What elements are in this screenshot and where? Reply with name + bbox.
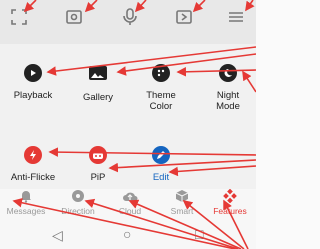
- moon-icon: [219, 64, 237, 82]
- tile-theme-color[interactable]: Theme Color: [128, 64, 194, 112]
- lightning-icon: [24, 146, 42, 164]
- nav-features[interactable]: Features: [204, 188, 256, 216]
- pip-robot-icon: [89, 146, 107, 164]
- tile-label: PiP: [90, 172, 106, 183]
- features-panel: Playback Gallery Theme Color Night Mode …: [0, 44, 256, 189]
- menu-lines-icon[interactable]: [225, 6, 247, 28]
- tile-gallery[interactable]: Gallery: [65, 64, 131, 103]
- cloud-upload-icon: [104, 189, 156, 203]
- tile-label: Edit: [152, 172, 170, 183]
- tile-anti-flicker[interactable]: Anti-Flicke: [0, 146, 66, 183]
- tile-playback[interactable]: Playback: [0, 64, 66, 101]
- bell-icon: [0, 189, 52, 203]
- play-circle-icon: [24, 64, 42, 82]
- nav-label: Smart: [170, 206, 194, 216]
- nav-label: Direction: [61, 206, 95, 216]
- cube-icon: [156, 189, 208, 203]
- top-toolbar: [0, 0, 256, 44]
- video-call-icon[interactable]: [174, 6, 196, 28]
- tile-label: Night Mode: [216, 90, 240, 112]
- tile-edit[interactable]: Edit: [128, 146, 194, 183]
- tile-night-mode[interactable]: Night Mode: [195, 64, 261, 112]
- screenshot-icon[interactable]: [63, 6, 85, 28]
- nav-label: Features: [213, 206, 247, 216]
- nav-messages[interactable]: Messages: [0, 189, 52, 216]
- tile-label: Theme Color: [146, 90, 176, 112]
- nav-smart[interactable]: Smart: [156, 189, 208, 216]
- nav-direction[interactable]: Direction: [52, 189, 104, 216]
- system-navigation: ◁ ○ □: [0, 223, 256, 249]
- tile-label: Anti-Flicke: [10, 172, 56, 183]
- recent-apps-icon[interactable]: □: [195, 226, 203, 242]
- home-icon[interactable]: ○: [123, 226, 131, 242]
- pencil-icon: [152, 146, 170, 164]
- bottom-navigation: Messages Direction Cloud Smart Features: [0, 188, 256, 223]
- palette-icon: [152, 64, 170, 82]
- tile-label: Playback: [13, 90, 53, 101]
- nav-label: Messages: [6, 206, 46, 216]
- joystick-icon: [52, 189, 104, 203]
- microphone-icon[interactable]: [119, 6, 141, 28]
- nav-cloud[interactable]: Cloud: [104, 189, 156, 216]
- nav-label: Cloud: [118, 206, 142, 216]
- tile-label: Gallery: [82, 92, 114, 103]
- back-icon[interactable]: ◁: [52, 227, 63, 244]
- tile-pip[interactable]: PiP: [65, 146, 131, 183]
- image-icon: [88, 64, 108, 84]
- expand-corners-icon[interactable]: [8, 6, 30, 28]
- diamond-dots-icon: [204, 188, 256, 204]
